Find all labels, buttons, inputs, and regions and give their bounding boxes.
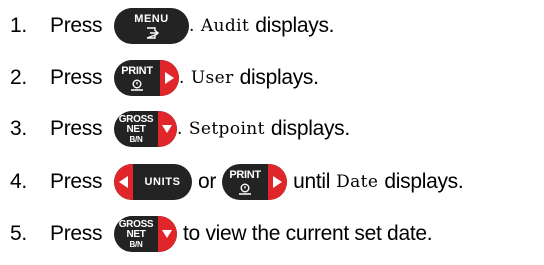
gross-label: GROSS <box>118 113 154 125</box>
print-icon <box>131 79 143 91</box>
step-5: 5. Press GROSS NET B/N to view the curre… <box>0 212 433 256</box>
units-key[interactable]: UNITS <box>114 164 192 200</box>
print-key[interactable]: PRINT <box>222 164 288 200</box>
step-text: displays. <box>239 66 319 89</box>
step-number: 4. <box>10 170 27 193</box>
display-word: User <box>190 68 234 88</box>
step-text: to view the current set date. <box>183 222 433 245</box>
bn-label: B/N <box>129 239 143 249</box>
print-icon <box>239 183 252 195</box>
press-word: Press <box>50 170 103 193</box>
print-key[interactable]: PRINT <box>114 60 179 96</box>
press-word: Press <box>50 117 103 140</box>
step-period: . <box>179 68 185 88</box>
press-word: Press <box>50 14 103 37</box>
step-text: displays. <box>255 14 335 37</box>
down-arrow-icon <box>162 125 172 133</box>
until-word: until <box>293 170 331 193</box>
print-key-label: PRINT <box>121 64 153 77</box>
net-label: NET <box>126 228 146 240</box>
instruction-steps: 1. Press MENU . Audit displays. 2. Press… <box>0 0 544 265</box>
step-1: 1. Press MENU . Audit displays. <box>0 4 335 48</box>
step-number: 3. <box>10 117 27 140</box>
gross-net-key[interactable]: GROSS NET B/N <box>114 111 177 147</box>
display-word: Audit <box>200 16 250 36</box>
step-text: displays. <box>384 170 464 193</box>
display-word: Setpoint <box>188 119 265 139</box>
net-label: NET <box>126 123 146 135</box>
step-4: 4. Press UNITS or PRINT until Date displ… <box>0 160 464 204</box>
press-word: Press <box>50 66 103 89</box>
step-period: . <box>189 16 195 36</box>
step-2: 2. Press PRINT . User displays. <box>0 56 319 100</box>
press-word: Press <box>50 222 103 245</box>
step-period: . <box>177 119 183 139</box>
right-arrow-icon <box>273 176 283 188</box>
display-word: Date <box>336 172 379 192</box>
menu-key-label: MENU <box>134 12 169 25</box>
bn-label: B/N <box>129 134 143 144</box>
down-arrow-icon <box>162 230 172 238</box>
print-key-label: PRINT <box>229 168 261 181</box>
right-arrow-icon <box>165 72 174 84</box>
gross-label: GROSS <box>118 218 154 230</box>
step-number: 5. <box>10 222 27 245</box>
left-arrow-icon <box>119 176 128 188</box>
step-number: 2. <box>10 66 27 89</box>
or-word: or <box>198 170 217 193</box>
menu-key[interactable]: MENU <box>114 8 189 44</box>
step-number: 1. <box>10 14 27 37</box>
step-3: 3. Press GROSS NET B/N . Setpoint displa… <box>0 107 350 151</box>
step-text: displays. <box>270 117 350 140</box>
exit-arrow-icon <box>146 26 159 39</box>
gross-net-key[interactable]: GROSS NET B/N <box>114 216 177 252</box>
units-key-label: UNITS <box>144 175 181 188</box>
